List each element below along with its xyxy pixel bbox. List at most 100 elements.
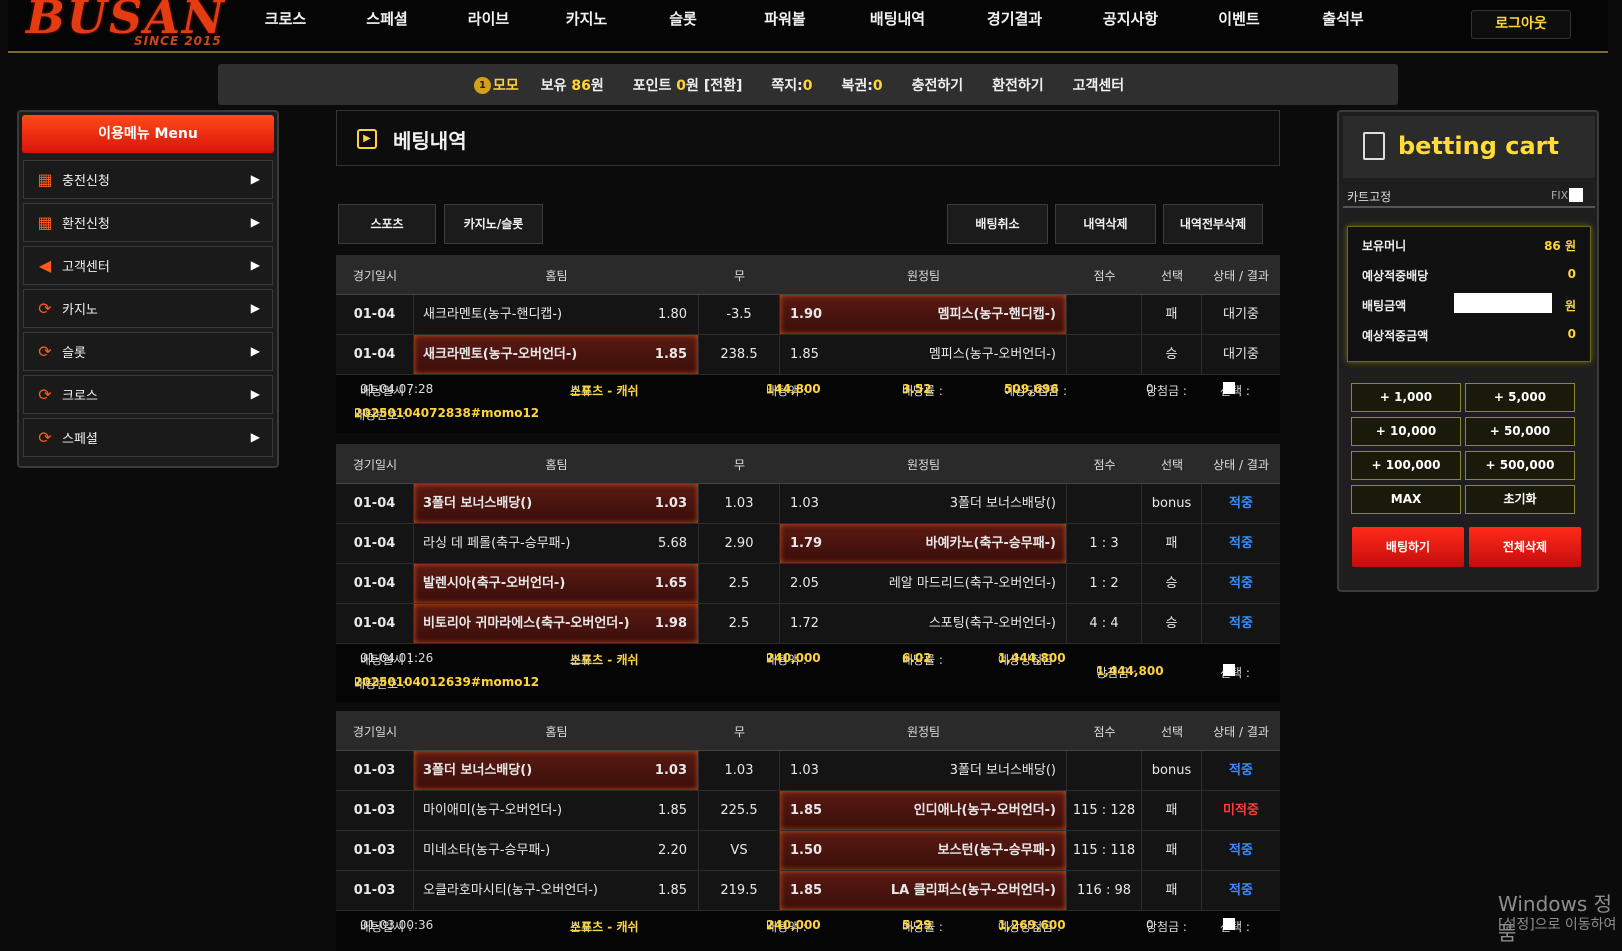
home-team-cell[interactable]: 오클라호마시티(농구-오버언더-) 1.85	[414, 871, 699, 910]
sidebar-item-support[interactable]: ◀ 고객센터 ▶	[23, 246, 273, 285]
username: 모모	[493, 77, 519, 94]
nav-item-live[interactable]: 라이브	[439, 8, 538, 38]
refresh-icon: ⟳	[38, 384, 52, 404]
away-team-cell[interactable]: 1.03 3폴더 보너스배당()	[780, 751, 1067, 790]
point-exchange-link[interactable]: [전환]	[704, 78, 743, 94]
away-team-cell[interactable]: 1.79 바예카노(축구-승무패-)	[780, 524, 1067, 563]
away-team-cell[interactable]: 1.85 멤피스(농구-오버언더-)	[780, 335, 1067, 374]
sidebar-item-withdraw[interactable]: ▦ 환전신청 ▶	[23, 203, 273, 242]
home-team-cell[interactable]: 새크라멘토(농구-핸디캡-) 1.80	[414, 295, 699, 334]
bet-slip: 경기일시 홈팀 무 원정팀 점수 선택 상태 / 결과 01-04 12:00 …	[336, 255, 1280, 435]
add-100000-button[interactable]: + 100,000	[1351, 451, 1461, 480]
home-team-cell[interactable]: 라싱 데 페롤(축구-승무패-) 5.68	[414, 524, 699, 563]
away-team-cell[interactable]: 1.90 멤피스(농구-핸디캡-)	[780, 295, 1067, 334]
bet-amount-input[interactable]	[1454, 293, 1552, 313]
nav-item-cross[interactable]: 크로스	[236, 8, 335, 38]
arrow-right-icon: ▶	[250, 258, 260, 272]
add-1000-button[interactable]: + 1,000	[1351, 383, 1461, 412]
table-row: 01-03 09:00 마이애미(농구-오버언더-)1.85 225.5 1.8…	[336, 791, 1280, 857]
left-menu: 이용메뉴 Menu ▦ 충전신청 ▶ ▦ 환전신청 ▶ ◀ 고객센터 ▶ ⟳ 카지노 ▶ ⟳ 슬롯…	[17, 110, 279, 468]
nav-item-casino[interactable]: 카지노	[538, 8, 635, 38]
sidebar-item-casino[interactable]: ⟳ 카지노 ▶	[23, 289, 273, 328]
add-50000-button[interactable]: + 50,000	[1465, 417, 1575, 446]
nav-item-bet-history[interactable]: 배팅내역	[839, 8, 956, 38]
table-header: 경기일시 홈팀 무 원정팀 점수 선택 상태 / 결과	[336, 255, 1280, 295]
holding-money: 보유 86원	[540, 77, 604, 94]
home-team-cell[interactable]: 발렌시아(축구-오버언더-) 1.65	[414, 564, 699, 603]
home-team-cell[interactable]: 비토리아 귀마라에스(축구-오버언더-) 1.98	[414, 604, 699, 643]
cart-title: betting cart	[1398, 132, 1559, 160]
user-info-bar: 1 모모 보유 86원 포인트 0원 [전환] 쪽지:0 복권:0 충전하기 환전…	[218, 64, 1398, 105]
table-row: 01-03 09:30 미네소타(농구-승무패-)2.20 VS 1.50보스턴…	[336, 831, 1280, 897]
nav-item-slot[interactable]: 슬롯	[635, 8, 731, 38]
place-bet-button[interactable]: 배팅하기	[1352, 527, 1464, 567]
support-link[interactable]: 고객센터	[1073, 75, 1125, 95]
clear-cart-button[interactable]: 전체삭제	[1469, 527, 1581, 567]
sidebar-item-slot[interactable]: ⟳ 슬롯 ▶	[23, 332, 273, 371]
delete-history-button[interactable]: 내역삭제	[1055, 204, 1156, 244]
away-team-cell[interactable]: 2.05 레알 마드리드(축구-오버언더-)	[780, 564, 1067, 603]
refresh-icon: ⟳	[38, 298, 52, 318]
cart-header: betting cart	[1343, 116, 1595, 178]
cart-icon	[1363, 132, 1385, 160]
cart-fix-checkbox[interactable]	[1569, 188, 1583, 202]
sidebar-item-deposit[interactable]: ▦ 충전신청 ▶	[23, 160, 273, 199]
play-icon: ▶	[357, 129, 377, 149]
home-team-cell[interactable]: 새크라멘토(농구-오버언더-) 1.85	[414, 335, 699, 374]
withdraw-link[interactable]: 환전하기	[992, 75, 1044, 95]
bet-slip: 경기일시 홈팀 무 원정팀 점수 선택 상태 / 결과 01-03 00:36 …	[336, 711, 1280, 951]
add-5000-button[interactable]: + 5,000	[1465, 383, 1575, 412]
away-team-cell[interactable]: 1.50 보스턴(농구-승무패-)	[780, 831, 1067, 870]
refresh-icon: ⟳	[38, 427, 52, 447]
bet-summary: 배팅일시 : 01-03 00:36 분류 : 스포츠 - 캐쉬 배팅액 : 2…	[336, 911, 1280, 951]
home-team-cell[interactable]: 3폴더 보너스배당() 1.03	[414, 484, 699, 523]
reset-button[interactable]: 초기화	[1465, 485, 1575, 514]
away-team-cell[interactable]: 1.85 LA 클리퍼스(농구-오버언더-)	[780, 871, 1067, 910]
sidebar-item-special[interactable]: ⟳ 스페셜 ▶	[23, 418, 273, 457]
arrow-right-icon: ▶	[250, 172, 260, 186]
cancel-bet-button[interactable]: 배팅취소	[947, 204, 1048, 244]
add-10000-button[interactable]: + 10,000	[1351, 417, 1461, 446]
nav-item-results[interactable]: 경기결과	[956, 8, 1073, 38]
add-500000-button[interactable]: + 500,000	[1465, 451, 1575, 480]
table-row: 01-04 12:00 새크라멘토(농구-오버언더-)1.85 238.5 1.…	[336, 335, 1280, 401]
delete-all-history-button[interactable]: 내역전부삭제	[1163, 204, 1263, 244]
cart-fix-row: 카트고정 FIX	[1343, 186, 1595, 208]
windows-watermark-sub: [설정]으로 이동하여	[1498, 917, 1617, 933]
refresh-icon: ⟳	[38, 341, 52, 361]
away-team-cell[interactable]: 1.03 3폴더 보너스배당()	[780, 484, 1067, 523]
user-level: 1 모모	[474, 75, 519, 95]
deposit-link[interactable]: 충전하기	[912, 75, 964, 95]
nav-item-notice[interactable]: 공지사항	[1073, 8, 1188, 38]
home-team-cell[interactable]: 마이애미(농구-오버언더-) 1.85	[414, 791, 699, 830]
site-logo[interactable]: BUSAN SINCE 2015	[26, 0, 226, 48]
home-team-cell[interactable]: 3폴더 보너스배당() 1.03	[414, 751, 699, 790]
megaphone-icon: ◀	[38, 255, 52, 275]
lotto-link[interactable]: 복권:0	[841, 75, 882, 95]
nav-item-attendance[interactable]: 출석부	[1290, 8, 1396, 38]
nav-item-powerball[interactable]: 파워볼	[731, 8, 839, 38]
away-team-cell[interactable]: 1.85 인디애나(농구-오버언더-)	[780, 791, 1067, 830]
tab-casino-slot[interactable]: 카지노/슬롯	[444, 204, 543, 244]
away-team-cell[interactable]: 1.72 스포팅(축구-오버언더-)	[780, 604, 1067, 643]
top-navigation-bar: BUSAN SINCE 2015 크로스 스페셜 라이브 카지노 슬롯 파워볼 …	[8, 0, 1608, 53]
nav-item-event[interactable]: 이벤트	[1188, 8, 1290, 38]
table-row: 01-04 03:00 라싱 데 페롤(축구-승무패-)5.68 2.90 1.…	[336, 524, 1280, 590]
sidebar-item-cross[interactable]: ⟳ 크로스 ▶	[23, 375, 273, 414]
logout-button[interactable]: 로그아웃	[1471, 10, 1571, 39]
page-title: 베팅내역	[393, 129, 467, 153]
arrow-right-icon: ▶	[250, 387, 260, 401]
betting-cart: betting cart 카트고정 FIX 보유머니 86 원 예상적중배당 0 배…	[1337, 110, 1599, 592]
level-medal-icon: 1	[474, 77, 491, 94]
bet-slip: 경기일시 홈팀 무 원정팀 점수 선택 상태 / 결과 01-04 01:26 …	[336, 444, 1280, 702]
bet-summary: 배팅일시 : 01-04 07:28 분류 : 스포츠 - 캐쉬 배팅액 : 1…	[336, 375, 1280, 433]
cart-summary: 보유머니 86 원 예상적중배당 0 배팅금액 원 예상적중금액 0	[1347, 226, 1591, 362]
tab-sports[interactable]: 스포츠	[338, 204, 436, 244]
point-info: 포인트 0원 [전환]	[632, 77, 743, 94]
home-team-cell[interactable]: 미네소타(농구-승무패-) 2.20	[414, 831, 699, 870]
nav-item-special[interactable]: 스페셜	[335, 8, 439, 38]
max-button[interactable]: MAX	[1351, 485, 1461, 514]
table-row: 01-03 10:00 오클라호마시티(농구-오버언더-)1.85 219.5 …	[336, 871, 1280, 937]
memo-link[interactable]: 쪽지:0	[771, 75, 812, 95]
table-row: 01-04 05:15 비토리아 귀마라에스(축구-오버언더-)1.98 2.5…	[336, 604, 1280, 670]
